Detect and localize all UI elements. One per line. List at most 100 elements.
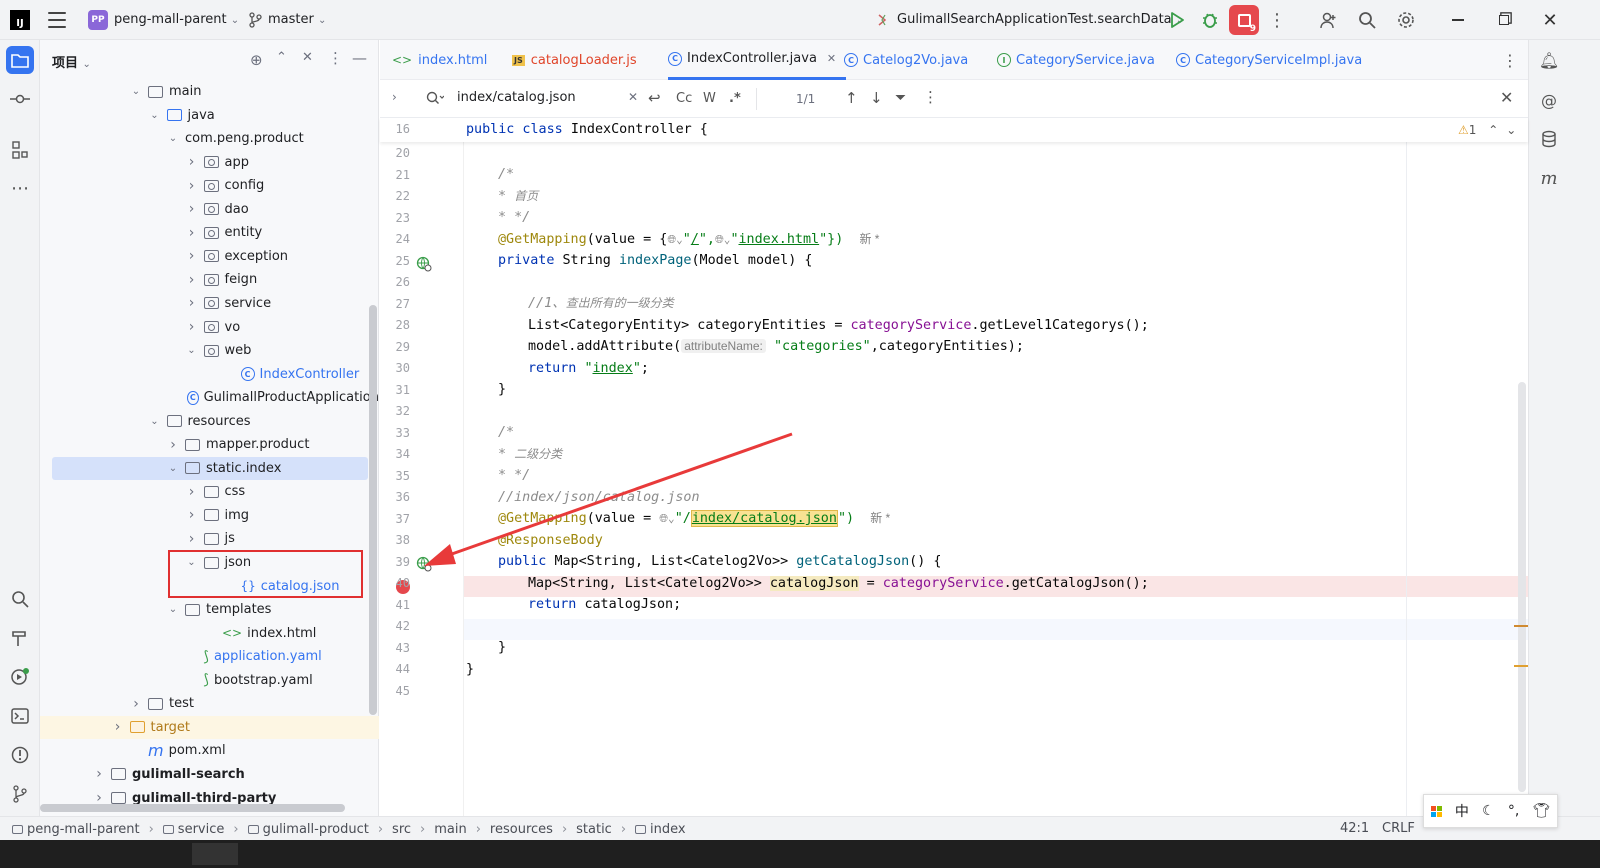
chevron-right-icon[interactable]: › [93, 790, 105, 806]
chevron-down-icon[interactable]: ⌄ [167, 462, 179, 474]
commit-tool-button[interactable] [6, 85, 34, 113]
tree-item[interactable]: ⌄ main [40, 80, 379, 103]
chevron-down-icon[interactable]: ⌄ [149, 109, 161, 121]
tree-item[interactable]: ⌄ resources [40, 410, 379, 433]
tree-item[interactable]: › app [40, 151, 379, 174]
chevron-right-icon[interactable]: › [186, 154, 198, 170]
chevron-right-icon[interactable]: › [186, 295, 198, 311]
hide-panel-icon[interactable]: — [352, 49, 367, 67]
project-tool-button[interactable] [6, 46, 34, 74]
whole-word-toggle[interactable]: W [703, 91, 716, 106]
tree-item[interactable]: › test [40, 692, 379, 715]
editor-scrollbar[interactable] [1518, 382, 1526, 792]
tree-item[interactable]: <> index.html [40, 622, 379, 645]
tree-item[interactable]: ⟆ bootstrap.yaml [40, 669, 379, 692]
close-find-icon[interactable]: ✕ [1500, 88, 1513, 107]
breadcrumb-item[interactable]: service [178, 822, 225, 837]
code-with-me-icon[interactable] [1313, 5, 1343, 35]
author-hint[interactable]: 新 * [859, 232, 879, 246]
build-tool-button[interactable] [6, 624, 34, 652]
services-tool-button[interactable] [6, 663, 34, 691]
restore-window-icon[interactable] [1489, 5, 1519, 35]
ime-language[interactable]: 中 [1455, 801, 1469, 821]
endpoint-gutter-icon[interactable] [416, 256, 432, 276]
maven-tool-icon[interactable]: m [1535, 164, 1563, 192]
chevron-down-icon[interactable]: ⌄ [167, 604, 179, 616]
chevron-down-icon[interactable]: ⌄ [167, 133, 179, 145]
debug-button[interactable] [1195, 5, 1225, 35]
tree-item[interactable]: › mapper.product [40, 433, 379, 456]
breadcrumb-item[interactable]: peng-mall-parent [27, 822, 140, 837]
tree-item[interactable]: ⌄ web [40, 339, 379, 362]
tree-item[interactable]: › css [40, 480, 379, 503]
chevron-up-icon[interactable]: ⌃ [1488, 123, 1498, 137]
ai-assistant-icon[interactable]: @ [1535, 86, 1563, 114]
search-everywhere-icon[interactable] [1352, 5, 1382, 35]
chevron-down-icon[interactable]: ⌄ [186, 345, 198, 357]
breadcrumb-item[interactable]: index [650, 822, 686, 837]
chevron-right-icon[interactable]: › [112, 719, 124, 735]
warnings-indicator[interactable]: ⚠1 ⌃ ⌄ [1458, 123, 1516, 137]
clear-search-icon[interactable]: ✕ [628, 90, 638, 104]
settings-gear-icon[interactable] [1391, 5, 1421, 35]
breadcrumb-item[interactable]: main [434, 822, 466, 837]
tree-item[interactable]: › exception [40, 245, 379, 268]
chevron-right-icon[interactable]: › [186, 507, 198, 523]
find-input[interactable]: index/catalog.json [457, 90, 576, 105]
tab-indexcontroller-java[interactable]: C IndexController.java ✕ [668, 40, 847, 80]
taskbar-item[interactable] [192, 843, 238, 865]
find-tool-button[interactable] [6, 585, 34, 613]
tree-item[interactable]: C GulimallProductApplication [40, 386, 379, 409]
more-tools-icon[interactable]: ⋯ [6, 174, 34, 202]
structure-tool-button[interactable] [6, 136, 34, 164]
tree-horizontal-scrollbar[interactable] [40, 804, 345, 812]
line-separator[interactable]: CRLF [1382, 821, 1415, 836]
shirt-icon[interactable]: 👕︎ [1533, 803, 1551, 819]
chevron-right-icon[interactable]: › [186, 178, 198, 194]
ime-toolbar[interactable]: 中 ☾ °, 👕︎ [1423, 794, 1558, 828]
previous-match-icon[interactable]: ↑ [845, 89, 858, 107]
tree-item[interactable]: m pom.xml [40, 739, 379, 762]
terminal-tool-button[interactable] [6, 702, 34, 730]
tree-item[interactable]: › service [40, 292, 379, 315]
tree-item[interactable]: › feign [40, 268, 379, 291]
tabs-menu-icon[interactable]: ⋮ [1502, 40, 1518, 80]
chevron-down-icon[interactable]: ⌄ [149, 415, 161, 427]
chevron-right-icon[interactable]: › [186, 272, 198, 288]
tree-item[interactable]: › vo [40, 316, 379, 339]
filter-icon[interactable]: ⏷ [895, 90, 906, 106]
main-menu-icon[interactable] [48, 12, 66, 28]
close-window-icon[interactable]: ✕ [1535, 5, 1565, 35]
tree-item[interactable]: C IndexController [40, 363, 379, 386]
tab-categoryservice-java[interactable]: I CategoryService.java [997, 40, 1155, 80]
more-actions-icon[interactable]: ⋮ [1262, 5, 1292, 35]
intellij-logo-icon[interactable]: IJ [10, 10, 30, 30]
tree-item[interactable]: ⌄ com.peng.product [40, 127, 379, 150]
breadcrumb-item[interactable]: resources [490, 822, 553, 837]
tree-item[interactable]: › gulimall-search [40, 763, 379, 786]
locate-file-icon[interactable]: ⊕ [250, 51, 263, 69]
project-selector[interactable]: peng-mall-parent ⌄ [114, 12, 239, 27]
find-options-icon[interactable]: ⋮ [923, 88, 938, 106]
tree-item[interactable]: ⌄ static.index [52, 456, 368, 480]
branch-selector[interactable]: master ⌄ [268, 12, 326, 27]
run-button[interactable] [1162, 5, 1192, 35]
tree-item[interactable]: ⌄ templates [40, 598, 379, 621]
tree-item[interactable]: › config [40, 174, 379, 197]
tree-item[interactable]: › target [40, 715, 379, 739]
chevron-down-icon[interactable]: ⌄ [1506, 123, 1516, 137]
chevron-right-icon[interactable]: › [186, 201, 198, 217]
chevron-right-icon[interactable]: › [186, 531, 198, 547]
chevron-right-icon[interactable]: › [186, 484, 198, 500]
chevron-right-icon[interactable]: › [186, 319, 198, 335]
notifications-bell-icon[interactable]: 🔔︎ [1535, 46, 1563, 74]
git-tool-button[interactable] [6, 780, 34, 808]
project-panel-title[interactable]: 项目 ⌄ [52, 52, 91, 71]
chevron-right-icon[interactable]: › [186, 225, 198, 241]
stop-button[interactable]: 9 [1229, 5, 1259, 35]
tree-item[interactable]: ⟆ application.yaml [40, 645, 379, 668]
collapse-all-icon[interactable]: ✕ [302, 50, 313, 65]
chevron-down-icon[interactable]: ⌄ [130, 86, 142, 98]
tree-item[interactable]: › dao [40, 198, 379, 221]
chevron-right-icon[interactable]: › [130, 696, 142, 712]
